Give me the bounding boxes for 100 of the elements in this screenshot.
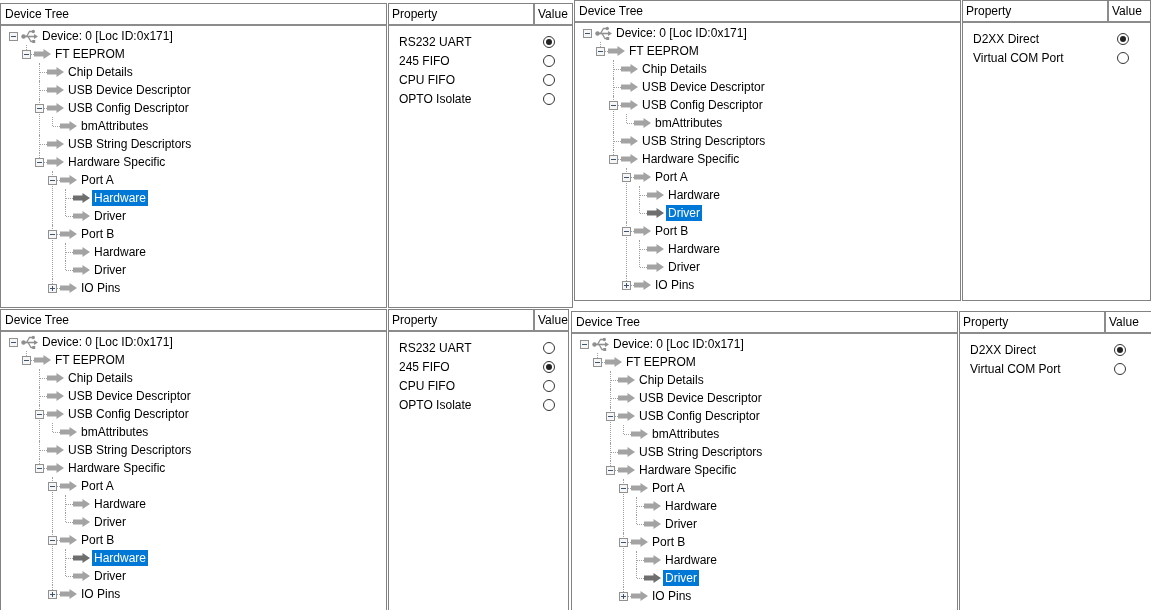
- tree-toggle[interactable]: [48, 589, 57, 599]
- tree-toggle[interactable]: [619, 537, 628, 547]
- tree-item[interactable]: FT EEPROM: [627, 43, 701, 59]
- radio-button[interactable]: [543, 379, 555, 392]
- tree-toggle[interactable]: [619, 483, 628, 493]
- tree-item[interactable]: Driver: [92, 514, 128, 530]
- tree-toggle[interactable]: [593, 357, 602, 367]
- tree-item[interactable]: USB Config Descriptor: [66, 100, 191, 116]
- tree-item[interactable]: Hardware: [92, 496, 149, 512]
- tree-toggle[interactable]: [22, 49, 31, 59]
- tree-item[interactable]: Port A: [650, 480, 687, 496]
- radio-button[interactable]: [1114, 343, 1126, 356]
- tree-toggle[interactable]: [622, 280, 631, 290]
- tree-item[interactable]: IO Pins: [653, 277, 697, 293]
- tree-item[interactable]: USB String Descriptors: [637, 444, 765, 460]
- tree-item[interactable]: Device: 0 [Loc ID:0x171]: [614, 25, 749, 41]
- tree-toggle[interactable]: [48, 481, 57, 491]
- radio-button[interactable]: [543, 92, 555, 105]
- tree-toggle[interactable]: [9, 337, 18, 347]
- tree-item[interactable]: Driver: [666, 205, 702, 221]
- tree-item[interactable]: USB Device Descriptor: [66, 388, 193, 404]
- tree-item[interactable]: Port A: [79, 478, 116, 494]
- tree-item[interactable]: USB String Descriptors: [66, 442, 194, 458]
- tree-item[interactable]: FT EEPROM: [53, 352, 127, 368]
- radio-button[interactable]: [543, 35, 555, 48]
- tree-toggle[interactable]: [622, 226, 631, 236]
- radio-button[interactable]: [1117, 51, 1129, 64]
- tree-item[interactable]: IO Pins: [79, 280, 123, 296]
- tree-item[interactable]: Device: 0 [Loc ID:0x171]: [40, 334, 175, 350]
- tree-item[interactable]: Chip Details: [66, 370, 135, 386]
- tree-item[interactable]: Port A: [79, 172, 116, 188]
- tree-item[interactable]: Driver: [666, 259, 702, 275]
- tree-toggle[interactable]: [609, 154, 618, 164]
- tree-item[interactable]: Hardware: [92, 550, 149, 566]
- tree-item[interactable]: bmAttributes: [79, 424, 151, 440]
- tree-item[interactable]: Port A: [653, 169, 690, 185]
- tree-item[interactable]: IO Pins: [79, 586, 123, 602]
- tree-item[interactable]: bmAttributes: [653, 115, 725, 131]
- tree-item[interactable]: Hardware: [92, 244, 149, 260]
- tree-item[interactable]: FT EEPROM: [53, 46, 127, 62]
- tree-item[interactable]: USB Device Descriptor: [66, 82, 193, 98]
- tree-item[interactable]: Chip Details: [66, 64, 135, 80]
- tree-item[interactable]: Driver: [92, 262, 128, 278]
- tree-item[interactable]: Device: 0 [Loc ID:0x171]: [611, 336, 746, 352]
- tree-item[interactable]: bmAttributes: [79, 118, 151, 134]
- tree-item[interactable]: Driver: [92, 208, 128, 224]
- tree-item[interactable]: Chip Details: [640, 61, 709, 77]
- tree-toggle[interactable]: [596, 46, 605, 56]
- tree-toggle[interactable]: [48, 535, 57, 545]
- radio-button[interactable]: [543, 398, 555, 411]
- tree-toggle[interactable]: [9, 31, 18, 41]
- tree-item[interactable]: Hardware: [92, 190, 149, 206]
- tree-toggle[interactable]: [48, 229, 57, 239]
- radio-button[interactable]: [543, 341, 555, 354]
- tree-item[interactable]: Driver: [92, 568, 128, 584]
- tree-item[interactable]: Hardware Specific: [66, 460, 168, 476]
- tree-toggle[interactable]: [35, 463, 44, 473]
- radio-button[interactable]: [1114, 362, 1126, 375]
- tree-item[interactable]: USB Device Descriptor: [637, 390, 764, 406]
- tree-item[interactable]: USB Device Descriptor: [640, 79, 767, 95]
- tree-item[interactable]: USB String Descriptors: [66, 136, 194, 152]
- tree-item[interactable]: Port B: [650, 534, 688, 550]
- tree-item[interactable]: Hardware: [663, 498, 720, 514]
- radio-button[interactable]: [543, 54, 555, 67]
- tree-item[interactable]: Driver: [663, 516, 699, 532]
- tree-item[interactable]: Hardware: [666, 241, 723, 257]
- tree-item[interactable]: Device: 0 [Loc ID:0x171]: [40, 28, 175, 44]
- tree-toggle[interactable]: [609, 100, 618, 110]
- tree-item[interactable]: Chip Details: [637, 372, 706, 388]
- tree-item[interactable]: USB String Descriptors: [640, 133, 768, 149]
- radio-button[interactable]: [543, 360, 555, 373]
- tree-item[interactable]: Hardware Specific: [640, 151, 742, 167]
- tree-item[interactable]: Hardware Specific: [637, 462, 739, 478]
- tree-item[interactable]: Port B: [79, 532, 117, 548]
- tree-toggle[interactable]: [35, 157, 44, 167]
- tree-toggle[interactable]: [622, 172, 631, 182]
- tree-toggle[interactable]: [22, 355, 31, 365]
- tree-item[interactable]: USB Config Descriptor: [66, 406, 191, 422]
- radio-button[interactable]: [543, 73, 555, 86]
- tree-item[interactable]: Port B: [653, 223, 691, 239]
- tree-toggle[interactable]: [606, 411, 615, 421]
- tree-toggle[interactable]: [606, 465, 615, 475]
- tree-item[interactable]: IO Pins: [650, 588, 694, 604]
- tree-item[interactable]: bmAttributes: [650, 426, 722, 442]
- tree-item[interactable]: USB Config Descriptor: [640, 97, 765, 113]
- tree-toggle[interactable]: [35, 409, 44, 419]
- tree-toggle[interactable]: [583, 28, 592, 38]
- tree-toggle[interactable]: [580, 339, 589, 349]
- tree-item[interactable]: Hardware: [663, 552, 720, 568]
- tree-toggle[interactable]: [619, 591, 628, 601]
- tree-toggle[interactable]: [48, 175, 57, 185]
- tree-toggle[interactable]: [48, 283, 57, 293]
- tree-item[interactable]: Driver: [663, 570, 699, 586]
- tree-item[interactable]: USB Config Descriptor: [637, 408, 762, 424]
- tree-item[interactable]: Hardware Specific: [66, 154, 168, 170]
- tree-item[interactable]: FT EEPROM: [624, 354, 698, 370]
- tree-item[interactable]: Port B: [79, 226, 117, 242]
- tree-toggle[interactable]: [35, 103, 44, 113]
- radio-button[interactable]: [1117, 32, 1129, 45]
- tree-item[interactable]: Hardware: [666, 187, 723, 203]
